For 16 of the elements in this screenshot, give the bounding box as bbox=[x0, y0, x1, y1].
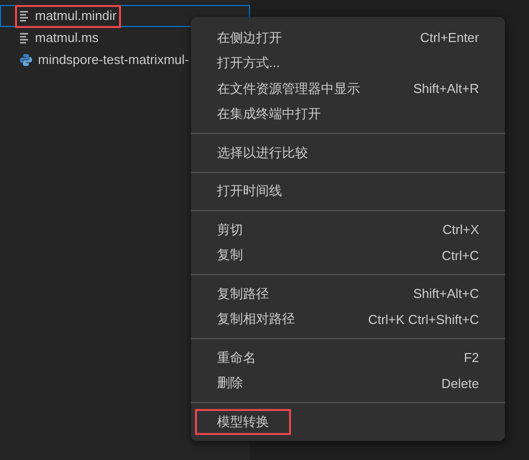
file-lines-icon bbox=[20, 32, 29, 44]
menu-item[interactable]: 选择以进行比较 bbox=[191, 140, 505, 166]
menu-item[interactable]: 打开时间线 bbox=[191, 178, 505, 204]
python-icon bbox=[20, 54, 32, 66]
menu-item[interactable]: 删除 Delete bbox=[191, 370, 505, 396]
menu-item[interactable]: 重命名 F2 bbox=[191, 345, 505, 370]
menu-item[interactable]: 在集成终端中打开 bbox=[191, 102, 505, 127]
menu-item[interactable]: 模型转换 bbox=[191, 409, 505, 434]
file-lines-icon bbox=[20, 10, 29, 22]
menu-item[interactable]: 打开方式... bbox=[191, 50, 505, 76]
menu-item[interactable]: 剪切 Ctrl+X bbox=[191, 217, 505, 242]
menu-item[interactable]: 复制路径 Shift+Alt+C bbox=[191, 281, 505, 306]
menu-item[interactable]: 在侧边打开 Ctrl+Enter bbox=[191, 25, 505, 50]
menu-item[interactable]: 在文件资源管理器中显示 Shift+Alt+R bbox=[191, 76, 505, 102]
menu-item[interactable]: 复制相对路径 Ctrl+K Ctrl+Shift+C bbox=[191, 306, 505, 332]
menu-item[interactable]: 复制 Ctrl+C bbox=[191, 242, 505, 268]
